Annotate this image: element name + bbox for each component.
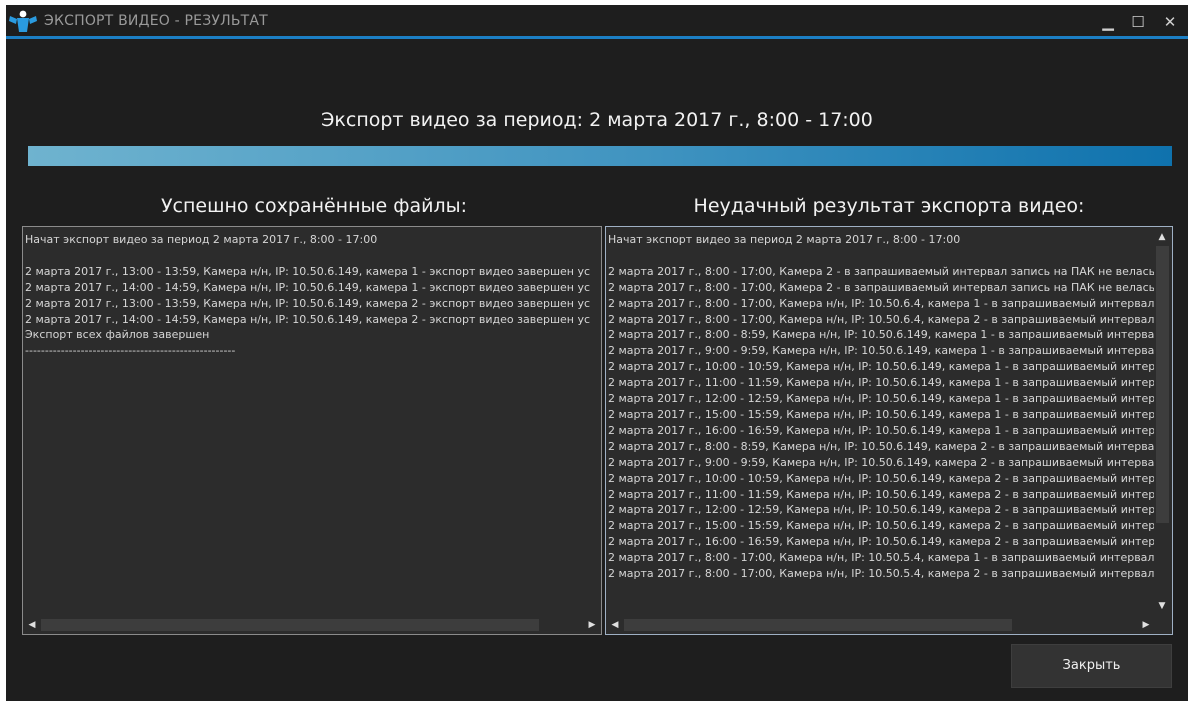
export-result-window: ЭКСПОРТ ВИДЕО - РЕЗУЛЬТАТ ▁ ☐ ✕ Экспорт … [6,5,1188,701]
scroll-up-icon[interactable]: ▲ [1154,229,1170,245]
minimize-icon[interactable]: ▁ [1093,9,1123,35]
success-log-line: 2 марта 2017 г., 14:00 - 14:59, Камера н… [25,312,591,326]
success-log-line: 2 марта 2017 г., 13:00 - 13:59, Камера н… [25,264,591,278]
success-log-text: Начат экспорт видео за период 2 марта 20… [25,232,599,614]
success-log-line: Экспорт всех файлов завершен [25,328,210,342]
window-title: ЭКСПОРТ ВИДЕО - РЕЗУЛЬТАТ [44,13,268,29]
failure-log-line: 2 марта 2017 г., 10:00 - 10:59, Камера н… [608,360,1156,374]
success-log-line [25,248,599,264]
failure-log-line: 2 марта 2017 г., 15:00 - 15:59, Камера н… [608,407,1156,421]
failure-log-line: 2 марта 2017 г., 8:00 - 17:00, Камера н/… [608,551,1155,565]
scrollbar-corner [1154,617,1171,633]
success-log-panel[interactable]: Начат экспорт видео за период 2 марта 20… [22,226,602,635]
horizontal-scroll-thumb[interactable] [624,619,1012,631]
failure-log-line: 2 марта 2017 г., 8:00 - 17:00, Камера н/… [608,296,1155,310]
failure-log-line: 2 марта 2017 г., 11:00 - 11:59, Камера н… [608,487,1156,501]
failure-panel-title: Неудачный результат экспорта видео: [693,195,1085,217]
failure-log-line: 2 марта 2017 г., 8:00 - 8:59, Камера н/н… [608,439,1155,453]
failure-log-line: 2 марта 2017 г., 8:00 - 17:00, Камера н/… [608,567,1155,581]
scroll-right-icon[interactable]: ▶ [584,617,600,633]
close-button[interactable]: Закрыть [1011,644,1172,688]
failure-log-line: 2 марта 2017 г., 8:00 - 17:00, Камера 2 … [608,264,1156,278]
failure-log-line: 2 марта 2017 г., 16:00 - 16:59, Камера н… [608,535,1156,549]
scroll-left-icon[interactable]: ◀ [24,617,40,633]
failure-log-line: 2 марта 2017 г., 8:00 - 8:59, Камера н/н… [608,328,1155,342]
close-window-icon[interactable]: ✕ [1155,9,1185,35]
failure-log-line: 2 марта 2017 г., 15:00 - 15:59, Камера н… [608,519,1156,533]
failure-log-line [608,248,1156,264]
failure-log-line: 2 марта 2017 г., 8:00 - 17:00, Камера 2 … [608,280,1156,294]
failure-horizontal-scrollbar[interactable]: ◀ ▶ [607,617,1154,633]
failure-log-line: 2 марта 2017 г., 12:00 - 12:59, Камера н… [608,503,1156,517]
failure-log-line: 2 марта 2017 г., 16:00 - 16:59, Камера н… [608,423,1156,437]
app-logo-icon [9,10,37,32]
export-progress-bar [28,146,1172,166]
failure-log-line: 2 марта 2017 г., 10:00 - 10:59, Камера н… [608,471,1156,485]
success-horizontal-scrollbar[interactable]: ◀ ▶ [24,617,600,633]
failure-log-line: Начат экспорт видео за период 2 марта 20… [608,233,961,246]
title-bar[interactable]: ЭКСПОРТ ВИДЕО - РЕЗУЛЬТАТ ▁ ☐ ✕ [6,5,1188,39]
export-progress-fill [28,146,1172,166]
maximize-icon[interactable]: ☐ [1123,9,1153,35]
failure-log-line: 2 марта 2017 г., 8:00 - 17:00, Камера н/… [608,312,1155,326]
success-log-line: Начат экспорт видео за период 2 марта 20… [25,233,378,246]
failure-log-line: 2 марта 2017 г., 11:00 - 11:59, Камера н… [608,376,1156,390]
failure-log-line: 2 марта 2017 г., 9:00 - 9:59, Камера н/н… [608,344,1155,358]
success-panel-title: Успешно сохранённые файлы: [160,195,468,217]
failure-vertical-scrollbar[interactable]: ▲ ▼ [1154,228,1171,615]
failure-log-panel[interactable]: Начат экспорт видео за период 2 марта 20… [605,226,1173,635]
failure-log-line: 2 марта 2017 г., 9:00 - 9:59, Камера н/н… [608,455,1155,469]
success-log-line: ----------------------------------------… [25,344,236,358]
failure-log-text: Начат экспорт видео за период 2 марта 20… [608,232,1156,614]
horizontal-scroll-thumb[interactable] [41,619,539,631]
export-period-heading: Экспорт видео за период: 2 марта 2017 г.… [321,109,873,131]
success-log-line: 2 марта 2017 г., 13:00 - 13:59, Камера н… [25,296,591,310]
scroll-down-icon[interactable]: ▼ [1154,598,1170,614]
vertical-scroll-thumb[interactable] [1156,246,1169,523]
failure-log-line: 2 марта 2017 г., 12:00 - 12:59, Камера н… [608,392,1156,406]
success-log-line: 2 марта 2017 г., 14:00 - 14:59, Камера н… [25,280,591,294]
scroll-left-icon[interactable]: ◀ [607,617,623,633]
scroll-right-icon[interactable]: ▶ [1138,617,1154,633]
